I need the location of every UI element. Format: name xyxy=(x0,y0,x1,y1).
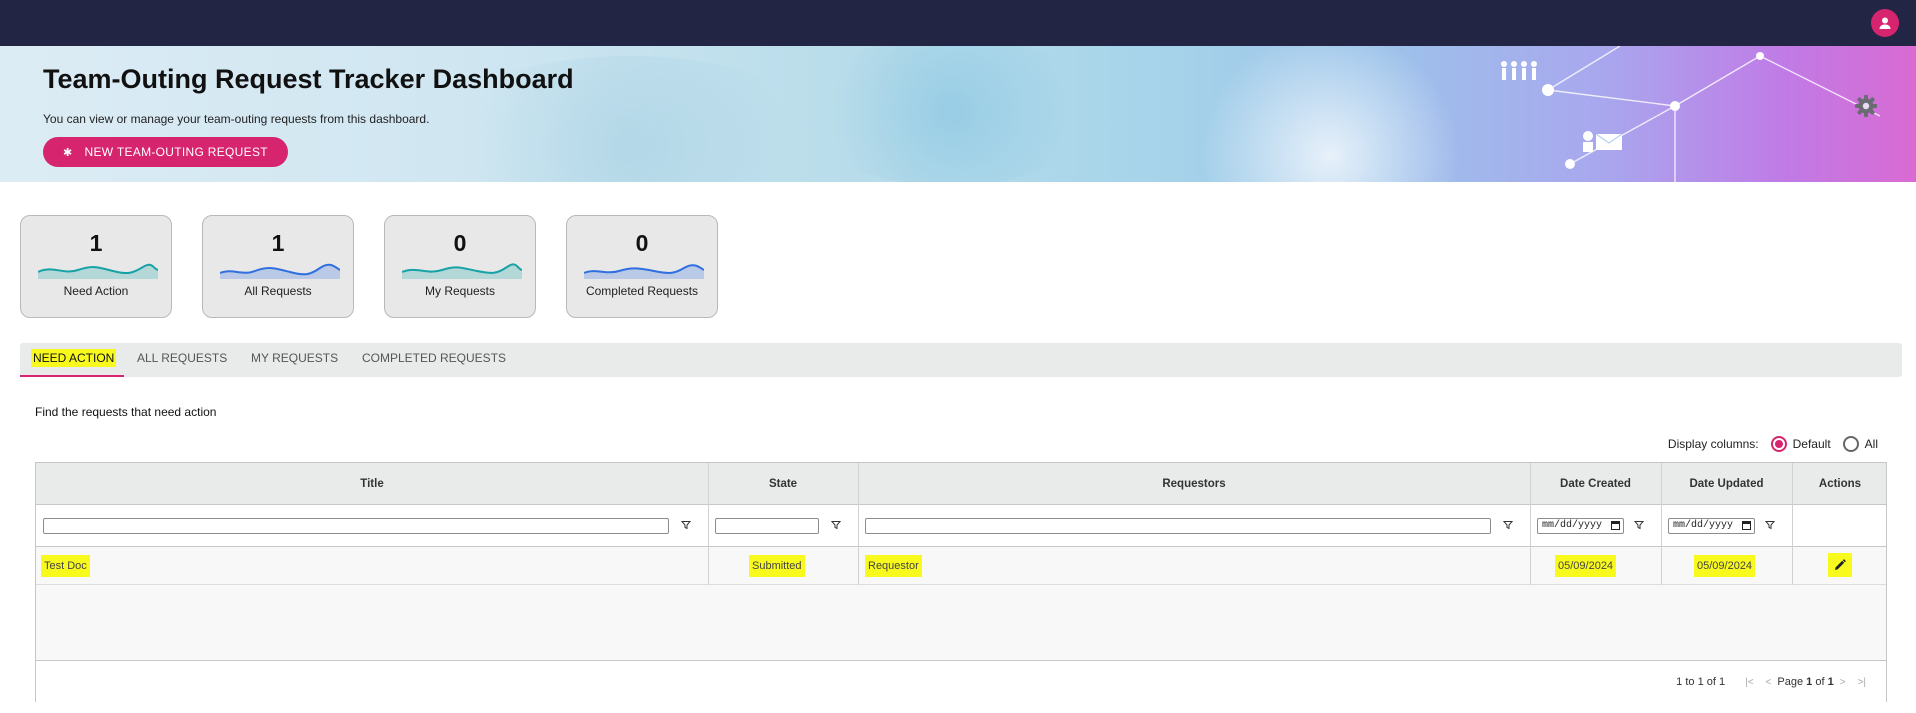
new-request-button[interactable]: ✱ NEW TEAM-OUTING REQUEST xyxy=(43,137,288,167)
calendar-icon[interactable] xyxy=(1611,521,1620,530)
radio-all[interactable] xyxy=(1842,436,1859,452)
pagination: 1 to 1 of 1 |< < Page 1 of 1 > >| xyxy=(1676,661,1872,703)
radio-default[interactable] xyxy=(1770,436,1787,452)
new-request-label: NEW TEAM-OUTING REQUEST xyxy=(84,145,268,159)
card-value: 0 xyxy=(635,230,649,256)
last-page-icon[interactable]: >| xyxy=(1858,677,1866,688)
card-label: My Requests xyxy=(424,284,496,298)
date-updated-filter-input[interactable]: mm/dd/yyyy xyxy=(1668,518,1755,534)
card-value: 1 xyxy=(89,230,103,256)
table-footer: 1 to 1 of 1 |< < Page 1 of 1 > >| xyxy=(36,660,1886,702)
row-requestors: Requestor xyxy=(865,555,922,577)
section-description: Find the requests that need action xyxy=(35,405,217,419)
page-title: Team-Outing Request Tracker Dashboard xyxy=(43,64,574,94)
plus-star-icon: ✱ xyxy=(63,146,73,159)
sparkline xyxy=(584,264,704,279)
card-label: All Requests xyxy=(244,284,312,298)
row-state: Submitted xyxy=(749,555,805,577)
radio-default-label: Default xyxy=(1792,437,1831,451)
column-header-date-created[interactable]: Date Created xyxy=(1530,463,1661,505)
filter-icon[interactable] xyxy=(831,520,841,530)
page-subtitle: You can view or manage your team-outing … xyxy=(43,112,430,126)
pager-page-prefix: Page xyxy=(1777,676,1804,688)
top-navbar xyxy=(0,0,1916,46)
card-all-requests[interactable]: 1 All Requests xyxy=(202,215,354,318)
tab-bar: NEED ACTION ALL REQUESTS MY REQUESTS COM… xyxy=(20,343,1902,377)
display-columns-control: Display columns: Default All xyxy=(1668,436,1878,452)
sparkline xyxy=(220,263,340,279)
tab-my-requests[interactable]: MY REQUESTS xyxy=(251,343,338,377)
sparkline xyxy=(402,263,522,279)
filter-icon[interactable] xyxy=(1503,520,1513,530)
state-filter-input[interactable] xyxy=(715,518,819,534)
requestors-filter-input[interactable] xyxy=(865,518,1491,534)
first-page-icon[interactable]: |< xyxy=(1745,677,1753,688)
tab-all-requests[interactable]: ALL REQUESTS xyxy=(137,343,227,377)
row-date-created: 05/09/2024 xyxy=(1555,555,1617,577)
card-value: 0 xyxy=(453,230,467,256)
pager-page: 1 xyxy=(1806,676,1813,688)
pager-total: 1 xyxy=(1827,676,1834,688)
date-placeholder: mm/dd/yyyy xyxy=(1542,520,1603,531)
row-date-updated: 05/09/2024 xyxy=(1694,555,1756,577)
column-header-title[interactable]: Title xyxy=(36,463,708,505)
column-header-actions: Actions xyxy=(1818,478,1862,490)
gear-icon[interactable] xyxy=(1854,94,1878,123)
card-completed-requests[interactable]: 0 Completed Requests xyxy=(566,215,718,318)
next-page-icon[interactable]: > xyxy=(1840,677,1846,688)
filter-icon[interactable] xyxy=(1634,520,1644,530)
network-illustration xyxy=(1501,46,1881,182)
tab-label: NEED ACTION xyxy=(31,349,117,367)
user-icon[interactable] xyxy=(1871,9,1899,37)
card-label: Completed Requests xyxy=(585,284,699,298)
card-need-action[interactable]: 1 Need Action xyxy=(20,215,172,318)
edit-icon[interactable] xyxy=(1828,553,1852,577)
tab-completed-requests[interactable]: COMPLETED REQUESTS xyxy=(362,343,506,377)
requests-table: 1 to 1 of 1 |< < Page 1 of 1 > >| Title … xyxy=(35,462,1887,702)
column-header-state[interactable]: State xyxy=(708,463,858,505)
date-placeholder: mm/dd/yyyy xyxy=(1673,520,1734,531)
card-my-requests[interactable]: 0 My Requests xyxy=(384,215,536,318)
card-value: 1 xyxy=(271,230,285,256)
filter-icon[interactable] xyxy=(1765,520,1775,530)
row-title[interactable]: Test Doc xyxy=(41,555,90,577)
column-header-requestors[interactable]: Requestors xyxy=(858,463,1530,505)
pager-of: of xyxy=(1815,676,1825,688)
radio-all-label: All xyxy=(1864,437,1878,451)
filter-icon[interactable] xyxy=(681,520,691,530)
calendar-icon[interactable] xyxy=(1742,521,1751,530)
tab-need-action[interactable]: NEED ACTION xyxy=(20,343,124,377)
title-filter-input[interactable] xyxy=(43,518,669,534)
column-header-date-updated[interactable]: Date Updated xyxy=(1661,463,1792,505)
display-columns-label: Display columns: xyxy=(1667,437,1759,451)
date-created-filter-input[interactable]: mm/dd/yyyy xyxy=(1537,518,1624,534)
card-label: Need Action xyxy=(63,284,129,298)
pager-range: 1 to 1 of 1 xyxy=(1676,676,1726,688)
sparkline xyxy=(38,263,158,279)
active-tab-indicator xyxy=(20,375,124,377)
prev-page-icon[interactable]: < xyxy=(1766,677,1772,688)
